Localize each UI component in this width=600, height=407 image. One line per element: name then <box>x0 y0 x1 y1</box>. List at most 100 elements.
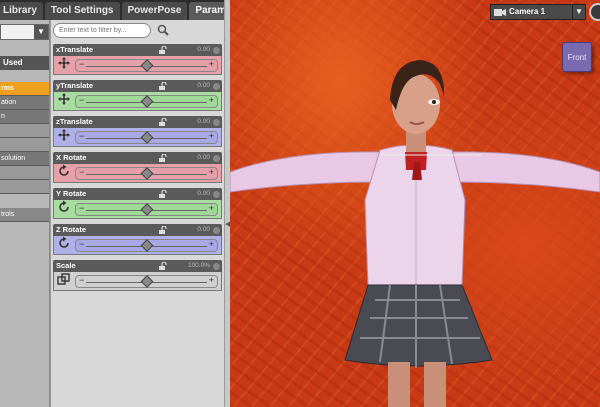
increment-icon[interactable]: + <box>209 59 214 69</box>
increment-icon[interactable]: + <box>209 95 214 105</box>
move-icon <box>57 92 71 111</box>
filter-bar <box>51 20 224 40</box>
keyframe-dot-icon[interactable] <box>213 119 220 126</box>
parameters-panel: xTranslate0.00−+yTranslate0.00−+zTransla… <box>50 20 224 407</box>
slider-knob[interactable] <box>140 94 153 108</box>
parameter-ytranslate: yTranslate 0.00− + <box>53 80 222 112</box>
camera-icon <box>494 9 506 16</box>
unlock-icon[interactable] <box>159 82 167 90</box>
keyframe-dot-icon[interactable] <box>213 191 220 198</box>
decrement-icon[interactable]: − <box>79 131 84 141</box>
group-item-transforms[interactable]: rms <box>0 82 49 96</box>
node-dropdown[interactable]: ▼ <box>0 24 49 40</box>
parameter-label: Scale <box>56 261 76 270</box>
decrement-icon[interactable]: − <box>79 239 84 249</box>
parameter-slider[interactable]: − + <box>75 58 218 72</box>
decrement-icon[interactable]: − <box>79 59 84 69</box>
group-item-controls[interactable]: trols <box>0 208 49 222</box>
parameter-header: Y Rotate 0.00 <box>53 188 222 200</box>
parameter-value[interactable]: 0.00 <box>197 224 210 236</box>
parameter-slider[interactable]: − + <box>75 166 218 180</box>
parameter-body: − + <box>53 236 222 255</box>
rotate-icon <box>57 200 71 219</box>
increment-icon[interactable]: + <box>209 167 214 177</box>
tab-tool-settings[interactable]: Tool Settings <box>44 2 120 20</box>
parameter-label: zTranslate <box>56 117 93 126</box>
keyframe-dot-icon[interactable] <box>213 47 220 54</box>
decrement-icon[interactable]: − <box>79 95 84 105</box>
parameter-header: Scale 100.0% <box>53 260 222 272</box>
tab-powerpose[interactable]: PowerPose <box>121 2 188 20</box>
view-control-icon[interactable] <box>589 3 600 21</box>
keyframe-dot-icon[interactable] <box>213 155 220 162</box>
parameter-label: Y Rotate <box>56 189 87 198</box>
parameter-header: yTranslate 0.00 <box>53 80 222 92</box>
increment-icon[interactable]: + <box>209 131 214 141</box>
unlock-icon[interactable] <box>159 226 167 234</box>
keyframe-dot-icon[interactable] <box>213 83 220 90</box>
viewport-options-button[interactable]: ▼ <box>572 4 586 20</box>
group-item[interactable] <box>0 166 49 180</box>
parameter-slider[interactable]: − + <box>75 202 218 216</box>
property-group-list: rms ation n solution trols <box>0 82 49 222</box>
used-header: Used <box>0 56 49 70</box>
slider-knob[interactable] <box>140 238 153 252</box>
group-item-rotation[interactable]: n <box>0 110 49 124</box>
slider-knob[interactable] <box>140 130 153 144</box>
keyframe-dot-icon[interactable] <box>213 227 220 234</box>
unlock-icon[interactable] <box>159 118 167 126</box>
decrement-icon[interactable]: − <box>79 203 84 213</box>
unlock-icon[interactable] <box>159 154 167 162</box>
rotate-icon <box>57 236 71 255</box>
decrement-icon[interactable]: − <box>79 167 84 177</box>
increment-icon[interactable]: + <box>209 239 214 249</box>
parameter-list: xTranslate 0.00− + yTranslate 0.00− + zTransla… <box>51 44 224 292</box>
parameter-value[interactable]: 0.00 <box>197 116 210 128</box>
filter-input[interactable] <box>53 22 151 38</box>
move-icon <box>57 56 71 75</box>
slider-knob[interactable] <box>140 274 153 288</box>
parameter-value[interactable]: 100.0% <box>188 260 210 272</box>
parameter-header: Z Rotate 0.00 <box>53 224 222 236</box>
tab-library[interactable]: Library <box>0 2 43 20</box>
slider-knob[interactable] <box>140 202 153 216</box>
parameter-z-rotate: Z Rotate 0.00− + <box>53 224 222 256</box>
parameter-slider[interactable]: − + <box>75 274 218 288</box>
parameter-value[interactable]: 0.00 <box>197 152 210 164</box>
group-item-translation[interactable]: ation <box>0 96 49 110</box>
parameter-slider[interactable]: − + <box>75 130 218 144</box>
parameter-slider[interactable]: − + <box>75 238 218 252</box>
slider-knob[interactable] <box>140 166 153 180</box>
parameter-x-rotate: X Rotate 0.00− + <box>53 152 222 184</box>
decrement-icon[interactable]: − <box>79 275 84 285</box>
parameter-value[interactable]: 0.00 <box>197 188 210 200</box>
parameter-body: − + <box>53 272 222 291</box>
parameter-ztranslate: zTranslate 0.00− + <box>53 116 222 148</box>
group-item[interactable] <box>0 180 49 194</box>
group-item[interactable] <box>0 138 49 152</box>
figure-model[interactable] <box>230 0 600 407</box>
increment-icon[interactable]: + <box>209 203 214 213</box>
group-item-resolution[interactable]: solution <box>0 152 49 166</box>
parameter-body: − + <box>53 164 222 183</box>
parameter-slider[interactable]: − + <box>75 94 218 108</box>
parameter-header: X Rotate 0.00 <box>53 152 222 164</box>
unlock-icon[interactable] <box>159 262 167 270</box>
search-icon[interactable] <box>157 24 169 36</box>
view-cube[interactable]: Front <box>562 42 592 72</box>
parameter-scale: Scale 100.0% − + <box>53 260 222 292</box>
parameter-value[interactable]: 0.00 <box>197 44 210 56</box>
camera-selector[interactable]: Camera 1 ▼ <box>490 4 584 20</box>
unlock-icon[interactable] <box>159 190 167 198</box>
move-icon <box>57 128 71 147</box>
rotate-icon <box>57 164 71 183</box>
keyframe-dot-icon[interactable] <box>213 263 220 270</box>
parameter-body: − + <box>53 128 222 147</box>
slider-knob[interactable] <box>140 58 153 72</box>
increment-icon[interactable]: + <box>209 275 214 285</box>
viewport[interactable]: Camera 1 ▼ ▼ Front <box>230 0 600 407</box>
parameter-label: xTranslate <box>56 45 94 54</box>
unlock-icon[interactable] <box>159 46 167 54</box>
group-item[interactable] <box>0 124 49 138</box>
parameter-value[interactable]: 0.00 <box>197 80 210 92</box>
